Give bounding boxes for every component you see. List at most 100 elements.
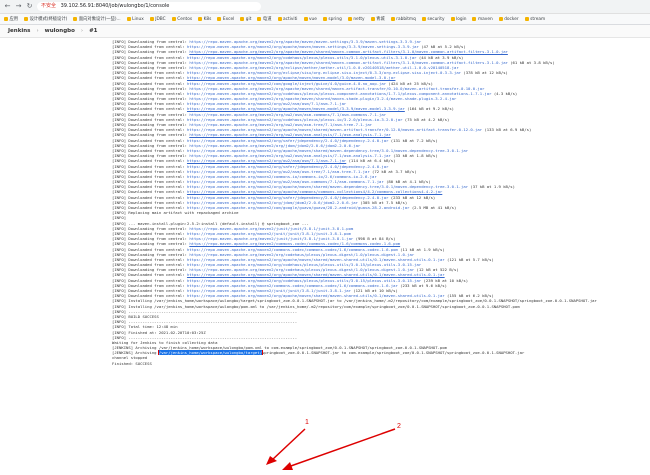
console-line: Finished: SUCCESS bbox=[112, 360, 152, 366]
console-text: (61 kB at 3.8 kB/s) bbox=[507, 59, 555, 65]
folder-icon bbox=[498, 17, 503, 21]
bookmark-label: stream bbox=[530, 16, 546, 22]
bookmark-label: JDBC bbox=[155, 16, 166, 22]
bookmark-item[interactable]: 电道 bbox=[257, 16, 272, 22]
bookmarks-bar: 应用 设计模式(终极设计) 面向对象设计(一些)... Linux JDBC Centos… bbox=[0, 14, 650, 25]
folder-icon bbox=[126, 17, 131, 21]
folder-icon bbox=[390, 17, 395, 21]
folder-icon bbox=[347, 17, 352, 21]
bookmark-item[interactable]: K8s bbox=[198, 17, 211, 22]
console-text: (75 kB at 4.2 kB/s) bbox=[402, 116, 450, 122]
url-text: 39.102.56.91:8040/job/wulongbo/1/console bbox=[60, 3, 170, 9]
console-text: (378 kB at 12 kB/s) bbox=[461, 70, 508, 76]
annotation-label-2: 2 bbox=[397, 423, 401, 430]
highlighted-path[interactable]: /var/jenkins_home/workspace/wulongbo/tar… bbox=[157, 350, 263, 356]
bookmark-item[interactable]: Centos bbox=[171, 16, 193, 22]
console-text: (4.3 kB/s) bbox=[491, 90, 518, 96]
console-text: (164 kB at 9.2 kB/s) bbox=[404, 106, 455, 112]
console-text: (131 kB at 7.2 kB/s) bbox=[388, 137, 438, 143]
folder-icon bbox=[4, 17, 8, 21]
folder-icon bbox=[149, 17, 154, 21]
breadcrumb: Jenkins › wulongbo › #1 bbox=[0, 25, 650, 38]
bookmark-label: 青城 bbox=[376, 17, 385, 22]
bookmark-label: K8s bbox=[203, 16, 212, 22]
bookmark-item[interactable]: stream bbox=[524, 16, 546, 22]
folder-icon bbox=[198, 17, 203, 21]
annotation-arrow-2 bbox=[282, 428, 396, 470]
bookmark-label: netty bbox=[353, 16, 365, 22]
bookmark-label: Linux bbox=[132, 16, 144, 22]
folder-icon bbox=[524, 17, 529, 21]
bookmark-label: git bbox=[245, 16, 252, 22]
bookmark-label: Centos bbox=[177, 16, 193, 22]
console-output: [INFO] Downloading from central: https:/… bbox=[112, 39, 648, 472]
console-text: (233 kB at 9.6 kB/s) bbox=[397, 282, 447, 288]
annotation-label-1: 1 bbox=[305, 419, 309, 426]
bookmark-item[interactable]: Linux bbox=[126, 16, 144, 22]
folder-icon bbox=[73, 17, 78, 21]
bookmark-label: rabbitmq bbox=[396, 16, 416, 22]
back-icon[interactable]: ← bbox=[4, 3, 11, 10]
bookmark-item[interactable]: login bbox=[450, 16, 467, 22]
bookmark-item[interactable]: 应用 bbox=[4, 16, 18, 22]
bookmark-item[interactable]: Excel bbox=[217, 17, 234, 22]
bookmark-item[interactable]: maven bbox=[472, 16, 493, 22]
console-text: springboot_zoe-0.0.1-SNAPSHOT.jar to com… bbox=[261, 350, 525, 356]
console-text: [INFO] Replacing main artifact with repa… bbox=[112, 210, 239, 216]
browser-toolbar: ← → ↻ 不安全 39.102.56.91:8040/job/wulongbo… bbox=[0, 0, 650, 14]
bookmark-label: docker bbox=[504, 16, 519, 22]
bookmark-label: 电道 bbox=[262, 17, 272, 22]
folder-icon bbox=[322, 17, 327, 21]
folder-icon bbox=[171, 17, 176, 21]
folder-icon bbox=[450, 17, 455, 21]
folder-icon bbox=[240, 17, 245, 21]
console-text: (133 kB at 6.9 kB/s) bbox=[482, 127, 532, 133]
bookmark-item[interactable]: git bbox=[240, 17, 251, 22]
folder-icon bbox=[277, 17, 282, 21]
address-bar[interactable]: 不安全 39.102.56.91:8040/job/wulongbo/1/con… bbox=[37, 2, 261, 11]
bookmark-label: Excel bbox=[222, 16, 235, 22]
bookmark-item[interactable]: 设计模式(终极设计) bbox=[24, 16, 67, 22]
bookmark-item[interactable]: docker bbox=[498, 16, 519, 22]
bookmark-label: spring bbox=[328, 16, 342, 22]
bookmark-item[interactable]: vue bbox=[303, 16, 317, 22]
bookmark-item[interactable]: JDBC bbox=[149, 16, 166, 22]
main-content: [INFO] Downloading from central: https:/… bbox=[0, 39, 650, 472]
folder-icon bbox=[472, 17, 477, 21]
bookmark-item[interactable]: rabbitmq bbox=[390, 16, 416, 22]
folder-icon bbox=[217, 17, 222, 21]
bookmark-item[interactable]: netty bbox=[347, 16, 365, 22]
folder-icon bbox=[421, 17, 426, 21]
bookmark-label: security bbox=[427, 16, 445, 22]
console-text: (37 kB at 1.9 kB/s) bbox=[468, 184, 515, 190]
breadcrumb-separator: › bbox=[36, 28, 39, 34]
breadcrumb-build[interactable]: #1 bbox=[89, 28, 97, 34]
bookmark-label: login bbox=[456, 16, 467, 22]
folder-icon bbox=[257, 17, 262, 21]
breadcrumb-jenkins[interactable]: Jenkins bbox=[8, 28, 30, 34]
reload-icon[interactable]: ↻ bbox=[26, 3, 33, 10]
bookmark-label: vue bbox=[309, 16, 317, 22]
insecure-label: 不安全 bbox=[41, 3, 57, 9]
forward-icon[interactable]: → bbox=[15, 3, 22, 10]
bookmark-label: maven bbox=[477, 16, 493, 22]
bookmark-item[interactable]: 青城 bbox=[370, 16, 385, 22]
console-text: (121 kB at 5.7 kB/s) bbox=[444, 256, 494, 262]
bookmark-label: 应用 bbox=[9, 17, 19, 22]
breadcrumb-job[interactable]: wulongbo bbox=[45, 28, 75, 34]
bookmark-label: 设计模式(终极设计) bbox=[29, 17, 68, 22]
console-text: (2.5 MB at 41 kB/s) bbox=[409, 205, 457, 210]
console-text: (33 kB at 1.8 kB/s) bbox=[390, 153, 438, 159]
bookmark-item[interactable]: 面向对象设计(一些)... bbox=[73, 16, 121, 22]
console-text: (72 kB at 3.7 kB/s) bbox=[369, 168, 417, 174]
sidebar bbox=[0, 39, 110, 472]
bookmark-label: activiti bbox=[283, 16, 298, 22]
folder-icon bbox=[370, 17, 375, 21]
folder-icon bbox=[303, 17, 308, 21]
bookmark-item[interactable]: activiti bbox=[277, 16, 298, 22]
bookmark-item[interactable]: spring bbox=[322, 16, 342, 22]
folder-icon bbox=[24, 17, 29, 21]
bookmark-label: 面向对象设计(一些)... bbox=[78, 17, 121, 22]
breadcrumb-separator: › bbox=[80, 28, 84, 34]
bookmark-item[interactable]: security bbox=[421, 16, 445, 22]
